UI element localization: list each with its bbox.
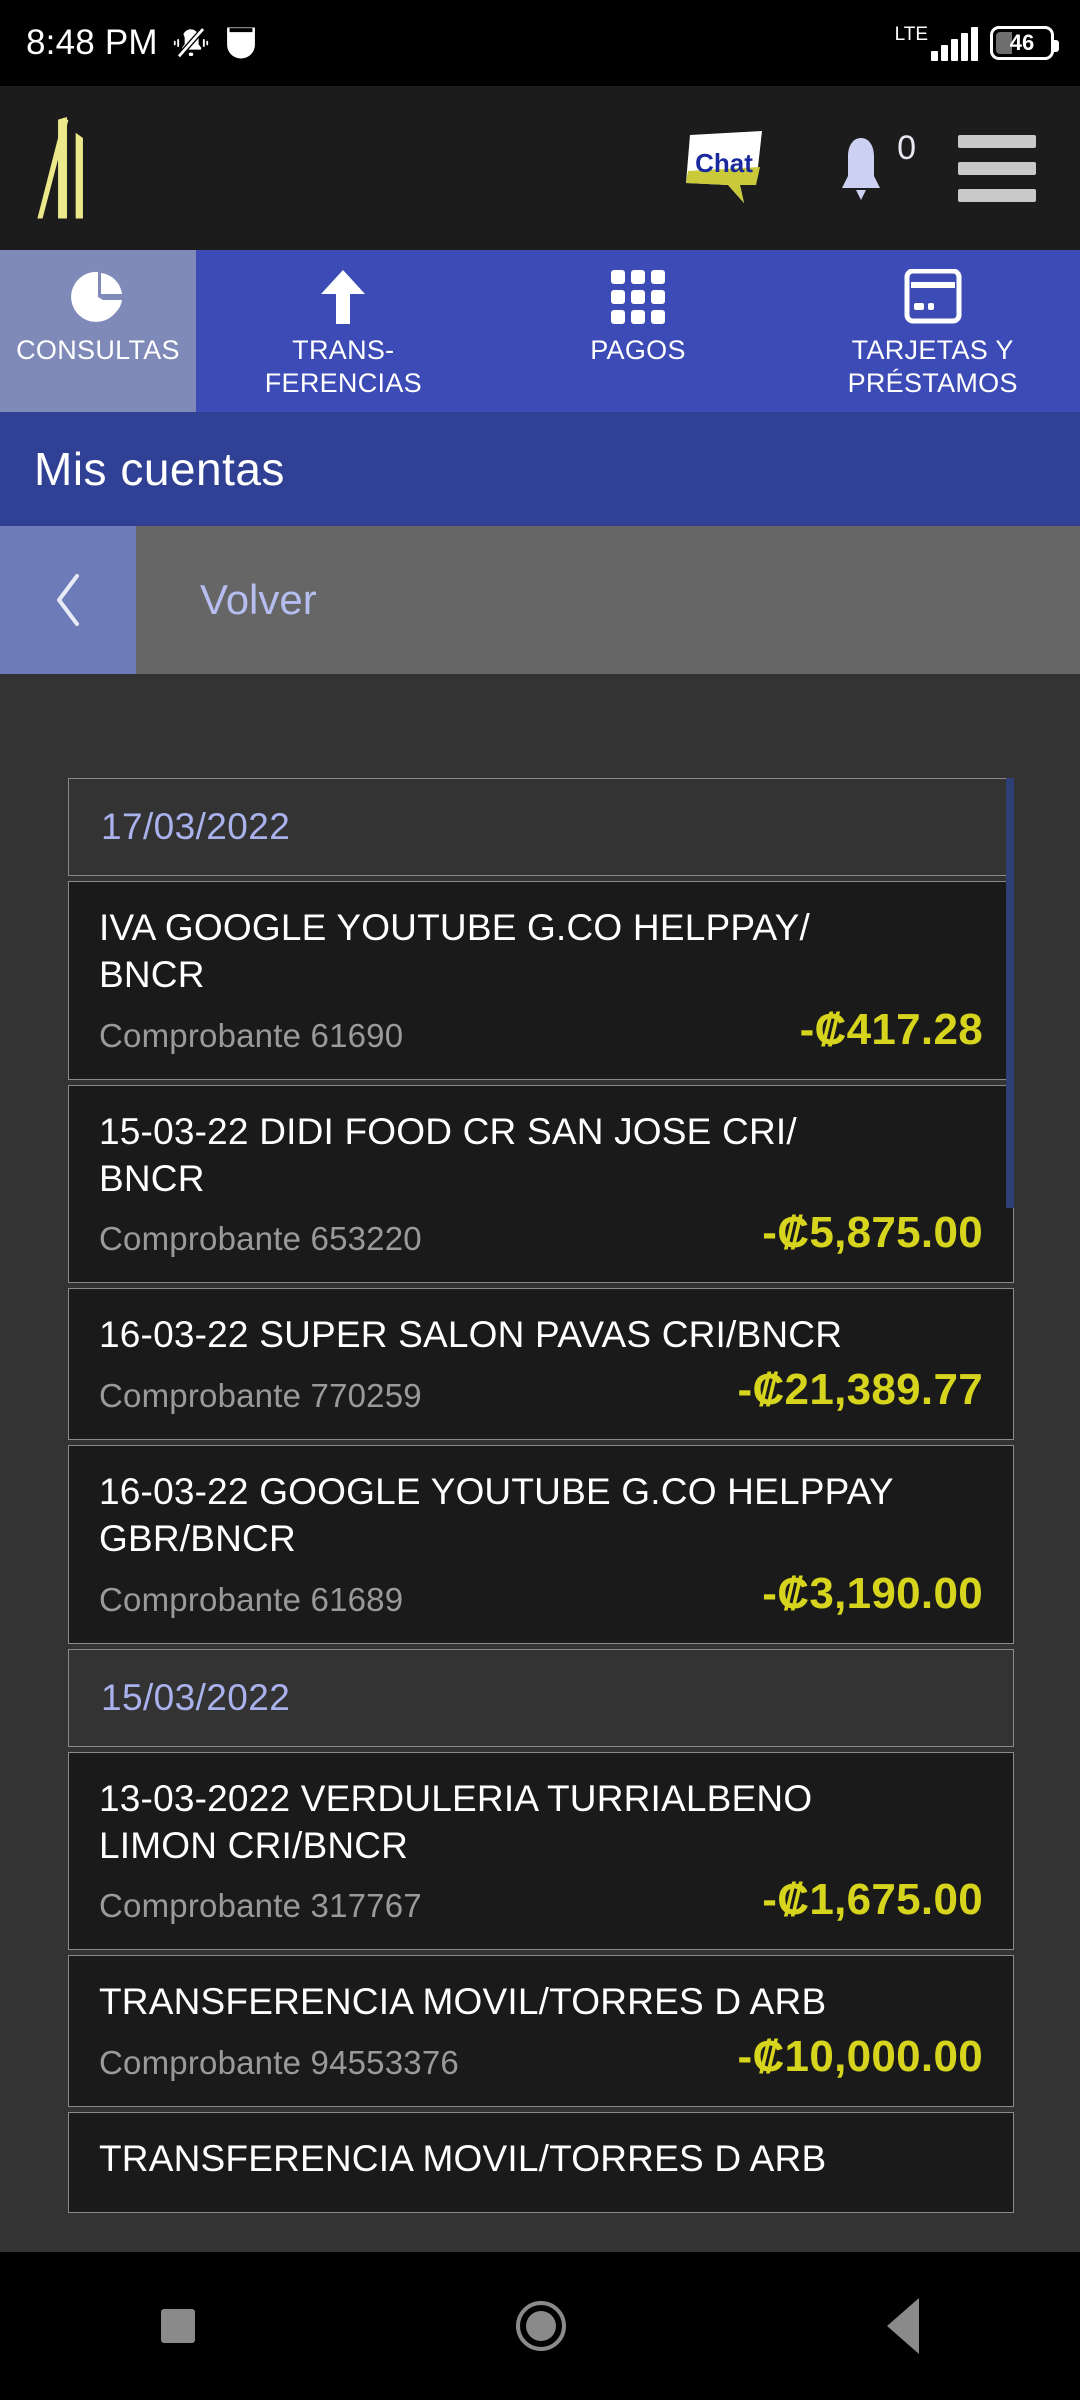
transaction-details: Comprobante 317767 -₡1,675.00 <box>99 1875 983 1925</box>
bell-icon <box>842 138 880 200</box>
circle-home-icon[interactable] <box>515 2301 566 2351</box>
status-bar: 8:48 PM LTE 46 <box>0 0 1080 86</box>
main-nav-tabs: CONSULTAS TRANS- FERENCIAS PAGOS TARJETA… <box>0 250 1080 412</box>
date-header-row: 17/03/2022 <box>68 778 1014 876</box>
transaction-details: Comprobante 94553376 -₡10,000.00 <box>99 2032 983 2082</box>
transaction-details: Comprobante 770259 -₡21,389.77 <box>99 1365 983 1415</box>
transaction-amount: -₡10,000.00 <box>737 2031 983 2081</box>
triangle-back-icon[interactable] <box>887 2298 920 2354</box>
transaction-amount: -₡21,389.77 <box>737 1364 983 1414</box>
tab-consultas[interactable]: CONSULTAS <box>0 250 196 412</box>
back-button[interactable] <box>0 526 136 674</box>
transaction-reference: Comprobante 61689 <box>99 1580 404 1618</box>
transaction-row[interactable]: IVA GOOGLE YOUTUBE G.CO HELPPAY/ BNCR Com… <box>68 881 1014 1080</box>
transaction-reference: Comprobante 653220 <box>99 1220 422 1258</box>
transaction-list[interactable]: 17/03/2022 IVA GOOGLE YOUTUBE G.CO HELPPA… <box>68 778 1014 2218</box>
grid-9-icon <box>609 266 667 328</box>
app-header: Chat 0 <box>0 86 1080 250</box>
transaction-row[interactable]: 13-03-2022 VERDULERIA TURRIALBENO LIMON … <box>68 1751 1014 1951</box>
tab-label: PAGOS <box>590 335 686 365</box>
transaction-reference: Comprobante 61690 <box>99 1016 404 1054</box>
signal-bars-icon <box>931 27 978 61</box>
transaction-title: 16-03-22 GOOGLE YOUTUBE G.CO HELPPAY GBR… <box>99 1470 894 1560</box>
transaction-amount: -₡417.28 <box>799 1004 983 1054</box>
date-label: 15/03/2022 <box>101 1676 291 1718</box>
transaction-row[interactable]: 15-03-22 DIDI FOOD CR SAN JOSE CRI/ BNCR… <box>68 1084 1014 1284</box>
transaction-title: TRANSFERENCIA MOVIL/TORRES D ARB <box>99 1981 827 2023</box>
tab-label: TARJETAS Y PRÉSTAMOS <box>847 335 1018 398</box>
transaction-title: 16-03-22 SUPER SALON PAVAS CRI/BNCR <box>99 1314 843 1356</box>
bncr-logo <box>37 117 83 219</box>
transaction-reference: Comprobante 94553376 <box>99 2043 459 2081</box>
transaction-title: TRANSFERENCIA MOVIL/TORRES D ARB <box>99 2137 827 2179</box>
tab-transferencias[interactable]: TRANS- FERENCIAS <box>196 250 491 412</box>
transaction-row[interactable]: 16-03-22 GOOGLE YOUTUBE G.CO HELPPAY GBR… <box>68 1444 1014 1644</box>
transaction-amount: -₡5,875.00 <box>762 1208 983 1258</box>
tab-label: TRANS- FERENCIAS <box>264 335 422 398</box>
status-bar-left: 8:48 PM <box>26 23 258 63</box>
shield-icon <box>226 27 255 59</box>
notification-count: 0 <box>897 129 916 167</box>
back-bar: Volver <box>0 526 1080 674</box>
bell-muted-icon <box>173 27 208 59</box>
phone-screen: 8:48 PM LTE 46 Chat 0 CONSULTAS TRANS- F… <box>0 0 1080 2400</box>
hamburger-menu-icon[interactable] <box>958 134 1036 202</box>
up-arrow-icon <box>317 266 369 328</box>
date-label: 17/03/2022 <box>101 806 291 847</box>
network-label: LTE <box>894 24 928 45</box>
chevron-left-icon <box>57 574 79 626</box>
tab-pagos[interactable]: PAGOS <box>491 250 786 412</box>
chat-icon[interactable]: Chat <box>684 131 768 205</box>
transaction-title: 13-03-2022 VERDULERIA TURRIALBENO LIMON … <box>99 1777 813 1866</box>
svg-text:Chat: Chat <box>695 148 753 178</box>
transaction-row[interactable]: 16-03-22 SUPER SALON PAVAS CRI/BNCR Compr… <box>68 1288 1014 1440</box>
transaction-details: Comprobante 61690 -₡417.28 <box>99 1005 983 1055</box>
transaction-reference: Comprobante 770259 <box>99 1376 422 1414</box>
transaction-title: IVA GOOGLE YOUTUBE G.CO HELPPAY/ BNCR <box>99 907 810 996</box>
transaction-title: 15-03-22 DIDI FOOD CR SAN JOSE CRI/ BNCR <box>99 1110 797 1200</box>
transaction-row[interactable]: TRANSFERENCIA MOVIL/TORRES D ARB <box>68 2111 1014 2213</box>
date-header-row: 15/03/2022 <box>68 1648 1014 1747</box>
transaction-row[interactable]: TRANSFERENCIA MOVIL/TORRES D ARB Comproba… <box>68 1955 1014 2107</box>
tab-tarjetas-prestamos[interactable]: TARJETAS Y PRÉSTAMOS <box>785 250 1080 412</box>
tab-label: CONSULTAS <box>16 335 180 365</box>
status-clock: 8:48 PM <box>26 23 158 62</box>
network-indicator: LTE <box>895 25 978 61</box>
transaction-details: Comprobante 61689 -₡3,190.00 <box>99 1569 983 1619</box>
transaction-details: Comprobante 653220 -₡5,875.00 <box>99 1208 983 1258</box>
list-scrollbar[interactable] <box>1006 778 1014 1208</box>
app-header-actions: Chat 0 <box>684 129 1046 207</box>
square-recents-icon[interactable] <box>160 2309 195 2343</box>
status-bar-right: LTE 46 <box>895 25 1059 61</box>
android-nav-bar <box>0 2252 1080 2400</box>
battery-level: 46 <box>1009 30 1035 55</box>
transaction-reference: Comprobante 317767 <box>99 1887 422 1925</box>
credit-card-icon <box>903 266 963 328</box>
pie-chart-icon <box>70 266 126 328</box>
transaction-list-container: 17/03/2022 IVA GOOGLE YOUTUBE G.CO HELPPA… <box>0 674 1080 2252</box>
page-title: Mis cuentas <box>0 412 1080 526</box>
back-label[interactable]: Volver <box>200 576 317 624</box>
transaction-amount: -₡3,190.00 <box>762 1568 983 1618</box>
battery-icon: 46 <box>990 26 1059 60</box>
notifications-button[interactable]: 0 <box>832 129 916 207</box>
transaction-amount: -₡1,675.00 <box>762 1875 983 1925</box>
